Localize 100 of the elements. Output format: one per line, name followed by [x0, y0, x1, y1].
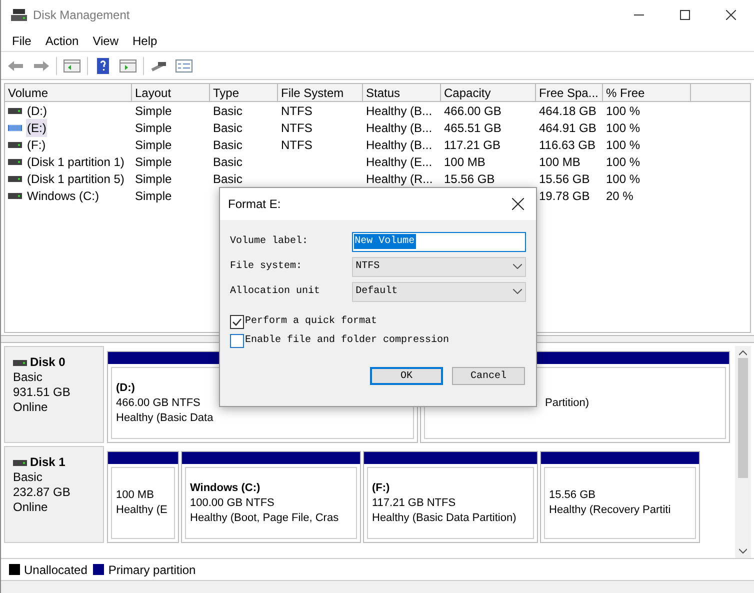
menu-item[interactable]: Help: [126, 32, 164, 50]
partition-header-bar: [108, 452, 178, 464]
partition-size: 117.21 GB NTFS: [372, 496, 457, 510]
partition-status: Healthy (Basic Data: [116, 410, 214, 426]
partition-status: Healthy (Basic Data Partition): [372, 510, 518, 526]
disk-size: 931.51 GB: [13, 385, 72, 400]
drive-icon: [13, 360, 27, 366]
partition-size: 100 MB: [116, 488, 155, 503]
partition-status: Healthy (Recovery Partiti: [549, 503, 672, 518]
scrollbar[interactable]: [735, 346, 751, 558]
table-cell: 100 %: [606, 120, 640, 134]
column-header[interactable]: Capacity: [441, 84, 536, 101]
column-header[interactable]: Free Spa...: [536, 84, 603, 101]
column-header[interactable]: File System: [278, 84, 363, 101]
table-cell: 100 MB: [444, 154, 486, 168]
column-header[interactable]: Type: [210, 84, 278, 101]
table-cell: 116.63 GB: [539, 138, 596, 152]
dropdown[interactable]: Default: [352, 282, 526, 302]
partition-size: 15.56 GB: [549, 488, 596, 503]
menu-item[interactable]: View: [86, 32, 126, 50]
checkbox[interactable]: [230, 314, 244, 328]
table-cell: Healthy (B...: [366, 120, 432, 134]
table-cell: NTFS: [281, 138, 312, 152]
disk-name: Disk 0: [30, 355, 66, 370]
table-cell[interactable]: (Disk 1 partition 5): [26, 170, 126, 188]
dialog-button[interactable]: Cancel: [452, 367, 525, 385]
dropdown[interactable]: NTFS: [352, 256, 526, 276]
table-cell: Basic: [213, 154, 242, 168]
app-icon: [11, 8, 27, 22]
checkbox-label: Perform a quick format: [245, 314, 378, 329]
volume-label-field[interactable]: New Volume: [352, 232, 526, 252]
table-cell[interactable]: (D:): [26, 102, 48, 120]
checkbox[interactable]: [230, 334, 244, 348]
chevron-down-icon: [513, 289, 522, 294]
partition-block[interactable]: 100 MB Healthy (E: [107, 451, 179, 543]
dialog-title: Format E:: [228, 196, 281, 213]
table-cell: Healthy (R...: [366, 172, 433, 186]
disk-state: Online: [13, 500, 49, 515]
table-cell: Basic: [213, 138, 242, 152]
drive-icon: [8, 176, 22, 182]
window-title: Disk Management: [33, 7, 130, 24]
table-cell: Simple: [135, 138, 172, 152]
dialog-button[interactable]: OK: [370, 367, 443, 385]
column-header[interactable]: Status: [363, 84, 441, 101]
partition-block[interactable]: (F:) 117.21 GB NTFS Healthy (Basic Data Partition): [363, 451, 538, 543]
table-cell: Simple: [135, 104, 172, 118]
table-cell[interactable]: (E:): [26, 118, 48, 136]
menu-item[interactable]: File: [5, 32, 38, 50]
table-cell: Basic: [213, 120, 242, 134]
table-cell[interactable]: Windows (C:): [26, 186, 100, 204]
table-cell: Simple: [135, 120, 172, 134]
table-cell: 100 %: [606, 138, 640, 152]
legend-label: Unallocated: [24, 562, 88, 578]
drive-icon: [8, 142, 22, 148]
partition-status: Healthy (Boot, Page File, Cras: [190, 510, 340, 526]
table-cell[interactable]: (Disk 1 partition 1): [26, 152, 126, 170]
disk-state: Online: [13, 400, 49, 415]
maximize-icon: [680, 10, 690, 20]
table-cell: NTFS: [281, 120, 312, 134]
table-cell: 15.56 GB: [444, 172, 495, 186]
field-value: New Volume: [354, 234, 416, 249]
column-header[interactable]: Volume: [5, 84, 132, 101]
table-cell: Simple: [135, 154, 172, 168]
table-cell: 100 %: [606, 172, 640, 186]
field-label: Volume label:: [230, 234, 310, 249]
table-cell: 117.21 GB: [444, 138, 500, 152]
partition-block[interactable]: 15.56 GB Healthy (Recovery Partiti: [540, 451, 700, 543]
table-cell: 465.51 GB: [444, 120, 502, 134]
table-cell: 464.91 GB: [539, 120, 596, 134]
scroll-up-icon: [739, 350, 747, 356]
drive-icon: [8, 124, 22, 130]
table-cell: Healthy (B...: [366, 138, 432, 152]
disk-label-panel[interactable]: Disk 0 Basic 931.51 GB Online: [4, 346, 104, 443]
table-cell: 100 MB: [539, 154, 580, 168]
menu-item[interactable]: Action: [38, 32, 86, 50]
checkbox-label: Enable file and folder compression: [245, 334, 450, 348]
partition-size: 466.00 GB NTFS: [116, 396, 202, 410]
table-cell: 19.78 GB: [539, 188, 590, 202]
field-label: Allocation unit: [230, 284, 322, 299]
partition-status: Healthy (E: [116, 503, 168, 518]
table-cell: Simple: [135, 172, 172, 186]
table-cell: 466.00 GB: [444, 104, 502, 118]
table-cell: 20 %: [606, 188, 634, 202]
disk-label-panel[interactable]: Disk 1 Basic 232.87 GB Online: [4, 446, 104, 543]
table-cell: Basic: [213, 104, 242, 118]
drive-icon: [8, 158, 22, 164]
scroll-down-icon: [739, 548, 747, 554]
table-cell: 100 %: [606, 154, 640, 168]
partition-block[interactable]: Windows (C:) 100.00 GB NTFS Healthy (Boot, Page File, Cras: [181, 451, 361, 543]
disk-size: 232.87 GB: [13, 485, 72, 500]
partition-title: (F:): [372, 480, 391, 496]
partition-size: 100.00 GB NTFS: [190, 496, 276, 510]
legend-label: Primary partition: [108, 562, 196, 578]
column-header[interactable]: Layout: [132, 84, 210, 101]
column-header[interactable]: % Free: [603, 84, 691, 101]
close-icon: [726, 10, 736, 20]
table-cell[interactable]: (F:): [26, 136, 47, 154]
disk-name: Disk 1: [30, 455, 66, 470]
drive-icon: [13, 460, 27, 466]
partition-title: Windows (C:): [190, 480, 262, 496]
